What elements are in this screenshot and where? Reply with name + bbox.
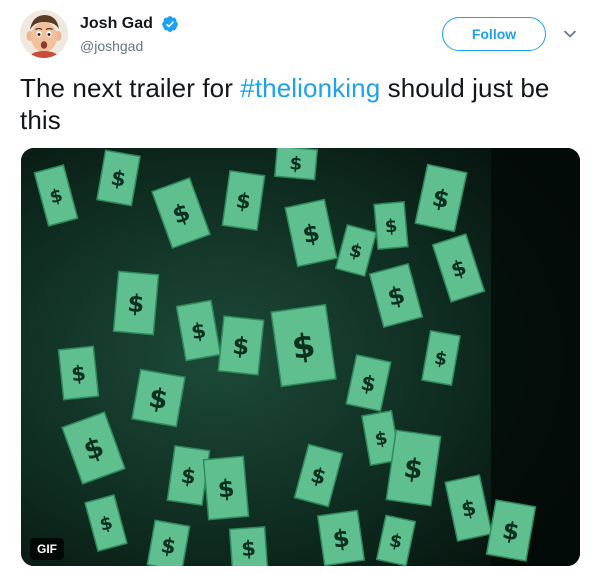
dollar-bill: $	[131, 368, 186, 428]
svg-text:$: $	[289, 153, 303, 175]
author-display-name[interactable]: Josh Gad	[80, 14, 153, 34]
money-rain-image: $$$ $$$$$$$$$$ $$$$$$$$ $ $$$$$$ $$$$	[21, 148, 580, 566]
svg-text:$: $	[70, 361, 87, 386]
dollar-bill: $	[202, 455, 250, 521]
svg-text:$: $	[217, 474, 236, 503]
verified-badge-icon	[161, 15, 179, 33]
dollar-bill: $	[166, 444, 211, 507]
gif-media[interactable]: $ $ $ $ $ $ $ $ $ $ $ $ $ $ $ $ $ $ $ $ $ $ $ $ $ $ $ $ $ $ $ $	[21, 148, 580, 566]
avatar-image	[20, 10, 68, 58]
author-info: Josh Gad @joshgad	[80, 14, 179, 55]
svg-text:$: $	[231, 331, 251, 361]
svg-text:$: $	[126, 289, 145, 318]
tweet-text: The next trailer for #thelionking should…	[20, 72, 580, 136]
tweet-card: Josh Gad @joshgad Follow The next traile…	[0, 0, 604, 573]
follow-button[interactable]: Follow	[442, 17, 546, 51]
avatar[interactable]	[20, 10, 68, 58]
dollar-bill: $	[57, 345, 100, 401]
dollar-bill: $	[221, 169, 266, 232]
dollar-bill: $	[373, 200, 409, 251]
dollar-bill: $	[146, 519, 191, 566]
dollar-bill: $	[96, 149, 141, 207]
dollar-bill: $	[316, 509, 366, 566]
svg-text:$: $	[240, 536, 256, 561]
dollar-bill: $	[485, 499, 537, 562]
dollar-bill: $	[385, 429, 442, 507]
dollar-bill: $	[270, 303, 337, 388]
author-handle[interactable]: @joshgad	[80, 37, 179, 55]
dollar-bill: $	[112, 270, 160, 336]
hashtag-link[interactable]: #thelionking	[240, 73, 380, 103]
dollar-bill: $	[217, 315, 265, 376]
dollar-bill: $	[273, 148, 319, 181]
tweet-text-before: The next trailer for	[20, 73, 241, 103]
dollar-bill: $	[228, 526, 269, 566]
svg-text:$: $	[384, 216, 398, 238]
chevron-down-icon[interactable]	[563, 27, 577, 41]
gif-badge: GIF	[30, 538, 64, 560]
